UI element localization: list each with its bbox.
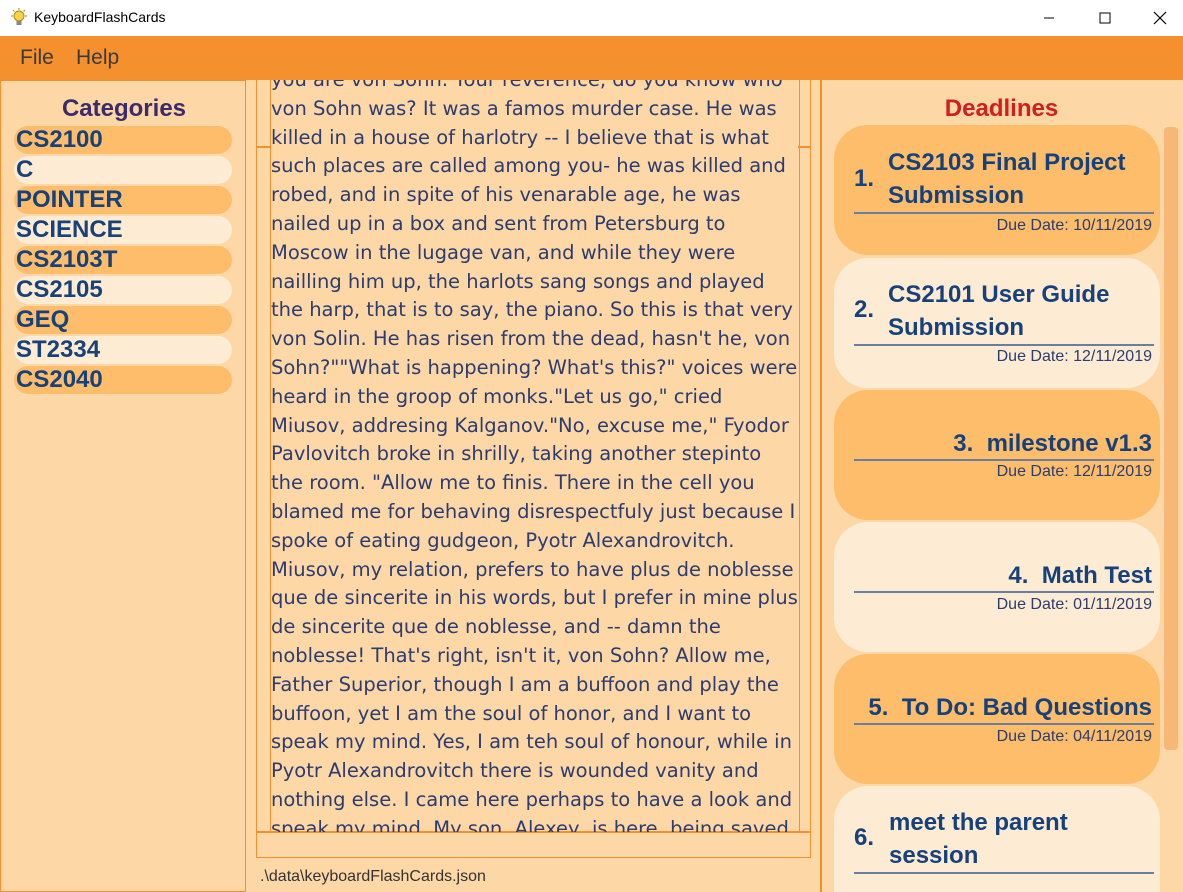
menu-file[interactable]: File: [20, 46, 54, 70]
deadline-divider: [854, 459, 1154, 461]
deadlines-scrollbar[interactable]: [1164, 127, 1178, 750]
deadline-number: 6.: [854, 824, 875, 851]
category-item[interactable]: SCIENCE: [14, 216, 232, 244]
category-item[interactable]: CS2103T: [14, 246, 232, 274]
deadline-name: meet the parent session: [889, 809, 1068, 869]
deadline-divider: [854, 872, 1154, 874]
content-border-left: [256, 80, 257, 858]
categories-panel: Categories CS2100 C POINTER SCIENCE CS21…: [0, 80, 246, 892]
content-divider: [256, 857, 811, 858]
close-button[interactable]: [1137, 0, 1183, 36]
menu-bar: File Help: [0, 36, 1183, 80]
maximize-button[interactable]: [1082, 0, 1128, 36]
deadline-card[interactable]: 2. CS2101 User Guide Submission Due Date…: [834, 258, 1160, 388]
minimize-button[interactable]: [1026, 0, 1072, 36]
deadline-name: CS2101 User Guide Submission: [888, 281, 1110, 341]
categories-list: CS2100 C POINTER SCIENCE CS2103T CS2105 …: [14, 126, 232, 396]
minimize-icon: [1044, 17, 1054, 19]
deadline-divider: [854, 212, 1154, 214]
flashcard-text: you are von Sohn. Your reverence, do you…: [271, 80, 798, 832]
deadline-date: Due Date: 12/11/2019: [996, 463, 1152, 480]
deadline-card[interactable]: 4. Math Test Due Date: 01/11/2019: [834, 522, 1160, 652]
deadlines-title: Deadlines: [944, 95, 1059, 122]
category-item[interactable]: CS2105: [14, 276, 232, 304]
deadline-name: 3. milestone v1.3: [953, 430, 1152, 457]
deadline-date: Due Date: 04/11/2019: [996, 728, 1152, 745]
deadline-card[interactable]: 1. CS2103 Final Project Submission Due D…: [834, 125, 1160, 255]
deadline-date: Due Date: 10/11/2019: [996, 217, 1152, 234]
deadline-divider: [854, 723, 1154, 725]
deadline-divider: [854, 344, 1154, 346]
title-bar: KeyboardFlashCards: [0, 0, 1183, 36]
deadline-number: 1.: [854, 165, 875, 192]
deadline-card[interactable]: 5. To Do: Bad Questions Due Date: 04/11/…: [834, 654, 1160, 784]
content-divider: [256, 146, 270, 148]
category-item[interactable]: CS2100: [14, 126, 232, 154]
lightbulb-icon: [11, 8, 27, 25]
maximize-icon: [1099, 12, 1111, 24]
categories-title: Categories: [61, 95, 187, 122]
deadline-date: Due Date: 01/11/2019: [996, 596, 1152, 613]
deadline-card[interactable]: 3. milestone v1.3 Due Date: 12/11/2019: [834, 390, 1160, 520]
content-border-right: [810, 80, 811, 858]
file-path-status: .\data\keyboardFlashCards.json: [260, 868, 486, 885]
flashcard-text-area[interactable]: you are von Sohn. Your reverence, do you…: [270, 80, 800, 832]
category-item[interactable]: GEQ: [14, 306, 232, 334]
deadline-name: CS2103 Final Project Submission: [888, 149, 1126, 209]
deadline-card[interactable]: 6. meet the parent session: [834, 786, 1160, 892]
deadline-number: 2.: [854, 296, 875, 323]
deadline-name: 5. To Do: Bad Questions: [868, 694, 1152, 721]
close-icon: [1153, 11, 1167, 25]
category-item[interactable]: ST2334: [14, 336, 232, 364]
menu-help[interactable]: Help: [76, 46, 119, 70]
deadline-date: Due Date: 12/11/2019: [996, 348, 1152, 365]
category-item[interactable]: C: [14, 156, 232, 184]
deadline-divider: [854, 591, 1154, 593]
deadline-name: 4. Math Test: [1008, 562, 1152, 589]
window-title: KeyboardFlashCards: [34, 9, 166, 25]
category-item[interactable]: POINTER: [14, 186, 232, 214]
category-item[interactable]: CS2040: [14, 366, 232, 394]
